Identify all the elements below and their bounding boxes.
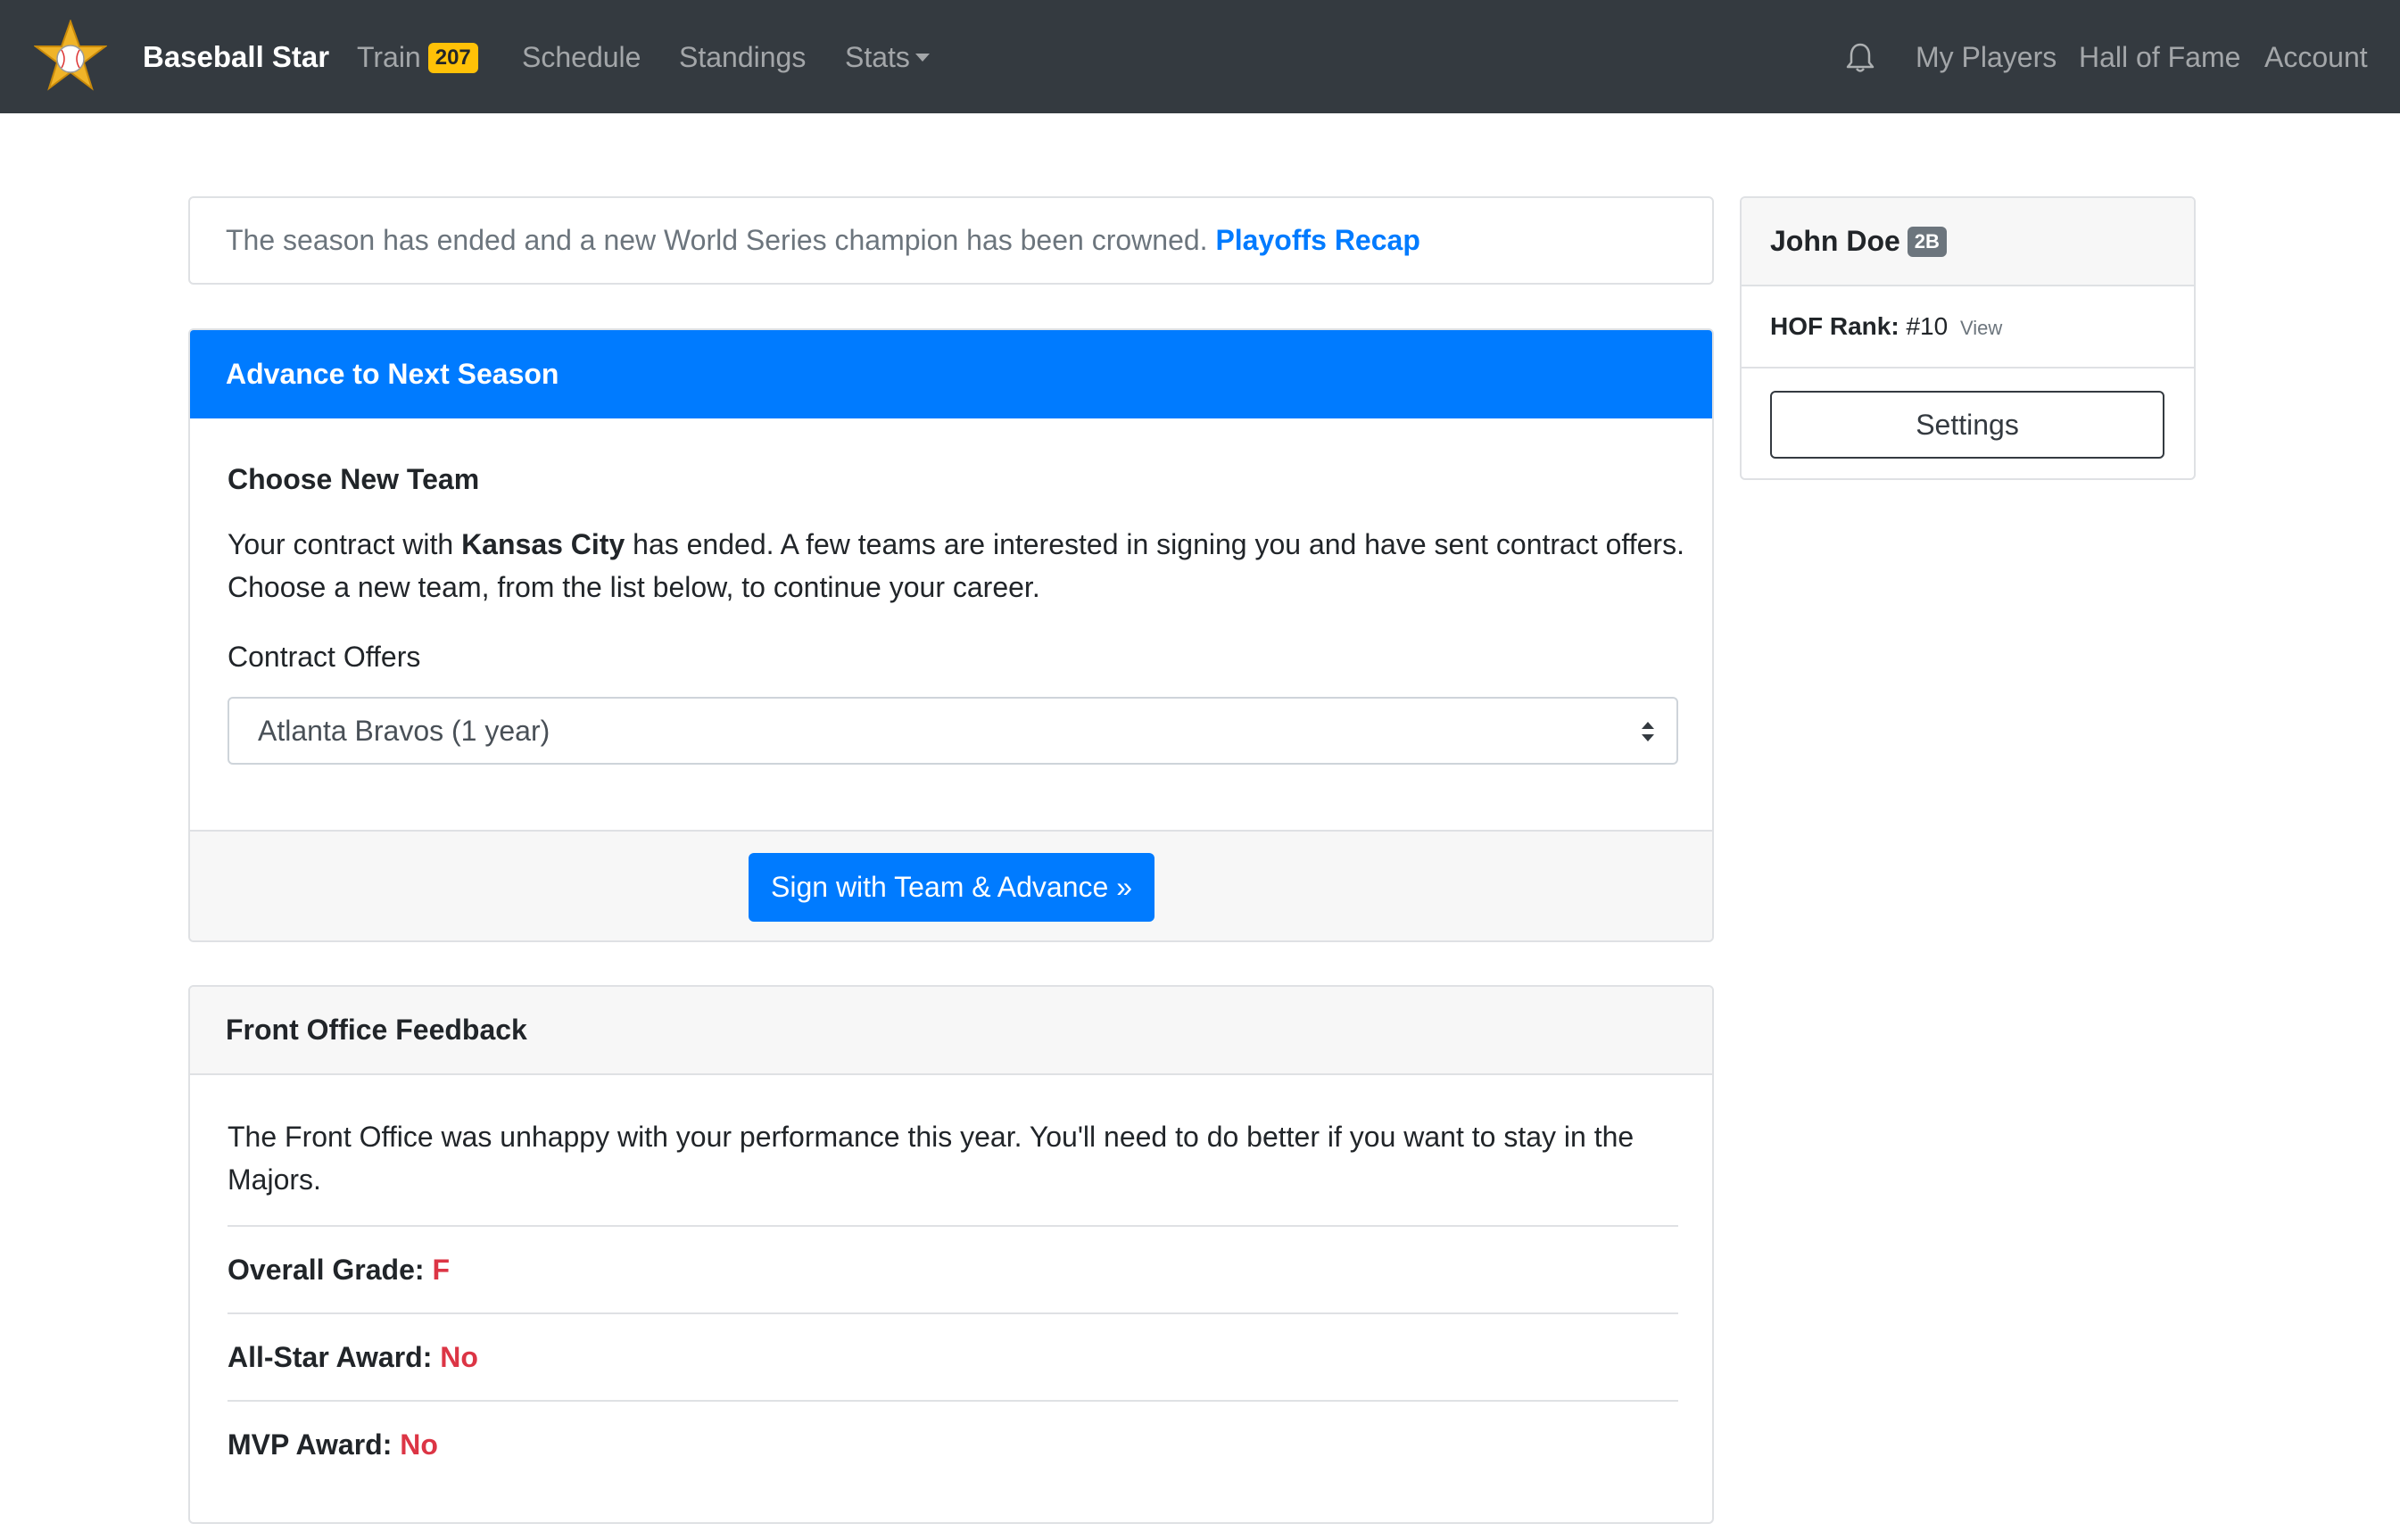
feedback-card-header: Front Office Feedback [190, 987, 1712, 1075]
front-office-feedback-card: Front Office Feedback The Front Office w… [188, 985, 1714, 1524]
contract-text-before: Your contract with [228, 528, 454, 560]
all-star-award-row: All-Star Award: No [228, 1312, 1678, 1400]
hof-view-link[interactable]: View [1960, 317, 2002, 339]
advance-card-footer: Sign with Team & Advance » [190, 830, 1712, 940]
season-ended-alert: The season has ended and a new World Ser… [188, 196, 1714, 285]
position-badge: 2B [1907, 226, 1947, 257]
nav-stats-dropdown[interactable]: Stats [845, 37, 930, 77]
contract-offers-label: Contract Offers [228, 641, 421, 673]
nav-my-players[interactable]: My Players [1916, 37, 2057, 77]
advance-card-header: Advance to Next Season [190, 330, 1712, 418]
nav-schedule[interactable]: Schedule [522, 37, 641, 77]
advance-season-card: Advance to Next Season Choose New Team Y… [188, 328, 1714, 942]
overall-grade-label: Overall Grade: [228, 1254, 425, 1286]
nav-train-label: Train [357, 41, 421, 73]
hof-rank-value: #10 [1906, 312, 1949, 340]
all-star-award-value: No [440, 1341, 478, 1373]
current-team-name: Kansas City [461, 528, 625, 560]
player-card: John Doe 2B HOF Rank: #10 View Settings [1740, 196, 2196, 480]
baseball-star-logo-icon[interactable] [34, 20, 107, 91]
mvp-award-row: MVP Award: No [228, 1400, 1678, 1487]
choose-team-title: Choose New Team [228, 463, 480, 495]
sign-and-advance-button[interactable]: Sign with Team & Advance » [749, 853, 1154, 922]
playoffs-recap-link[interactable]: Playoffs Recap [1215, 224, 1419, 256]
selected-offer: Atlanta Bravos (1 year) [258, 715, 550, 747]
contract-description: Your contract with Kansas City has ended… [228, 523, 1691, 609]
all-star-award-label: All-Star Award: [228, 1341, 433, 1373]
contract-offers-select[interactable]: Atlanta Bravos (1 year) [228, 697, 1678, 765]
player-card-header: John Doe 2B [1742, 198, 2194, 286]
nav-train[interactable]: Train 207 [357, 37, 478, 77]
select-arrows-icon [1642, 722, 1654, 741]
mvp-award-value: No [400, 1428, 438, 1461]
player-name: John Doe [1770, 225, 1900, 257]
overall-grade-row: Overall Grade: F [228, 1225, 1678, 1312]
alert-text: The season has ended and a new World Ser… [226, 224, 1208, 256]
navbar: Baseball Star Train 207 Schedule Standing… [0, 0, 2400, 113]
nav-account[interactable]: Account [2264, 37, 2368, 77]
overall-grade-value: F [432, 1254, 450, 1286]
hof-rank-row: HOF Rank: #10 View [1742, 286, 2194, 368]
nav-standings[interactable]: Standings [679, 37, 806, 77]
bell-icon[interactable] [1845, 41, 1875, 73]
feedback-text: The Front Office was unhappy with your p… [228, 1121, 1634, 1196]
train-count-badge: 207 [427, 43, 478, 73]
settings-button[interactable]: Settings [1770, 391, 2164, 459]
nav-stats-label: Stats [845, 41, 910, 73]
mvp-award-label: MVP Award: [228, 1428, 393, 1461]
caret-down-icon [914, 54, 930, 62]
brand-name[interactable]: Baseball Star [143, 37, 329, 77]
hof-rank-label: HOF Rank: [1770, 312, 1899, 340]
nav-hall-of-fame[interactable]: Hall of Fame [2079, 37, 2240, 77]
